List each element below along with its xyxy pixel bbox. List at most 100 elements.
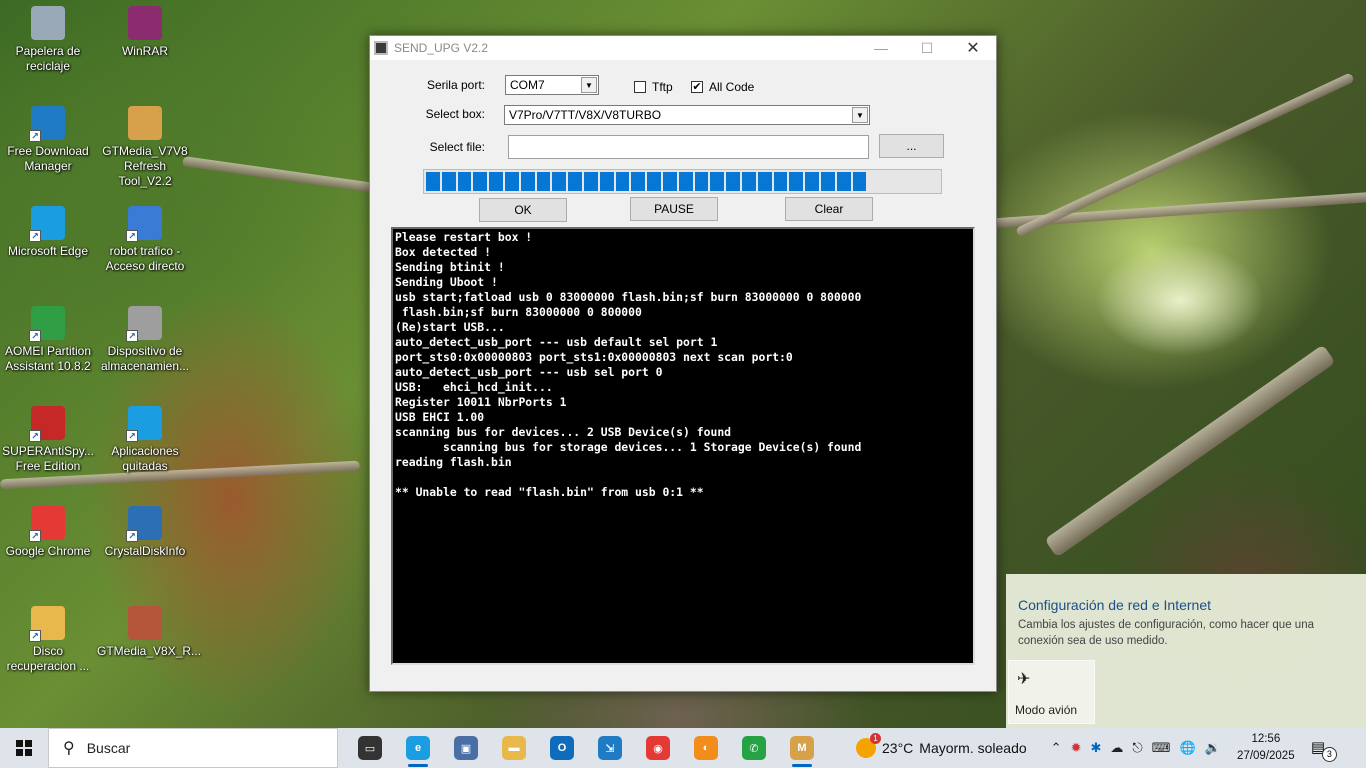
desktop-icon[interactable]: GTMedia_V8X_R... [97, 606, 202, 659]
start-button[interactable] [0, 728, 48, 768]
shortcut-arrow-icon: ↗ [29, 430, 41, 442]
console-output[interactable]: Please restart box ! Box detected ! Send… [391, 227, 975, 665]
progress-segment [504, 172, 519, 191]
desktop-icon[interactable]: WinRAR [97, 6, 193, 59]
select-box-dropdown[interactable]: V7Pro/V7TT/V8X/V8TURBO ▼ [504, 105, 870, 125]
desktop-icon-label: Aplicaciones quitadas [111, 444, 179, 473]
keyboard-icon[interactable]: ⌨ [1152, 740, 1171, 756]
progress-segment [852, 172, 867, 191]
taskbar-app-chrome[interactable]: ◉ [634, 728, 682, 768]
volume-icon[interactable]: 🔉 [1205, 740, 1221, 756]
progress-segment [599, 172, 614, 191]
taskbar-app-fdm[interactable]: ⇲ [586, 728, 634, 768]
all-code-checkbox-box[interactable]: ✔ [691, 81, 703, 93]
shortcut-arrow-icon: ↗ [29, 530, 41, 542]
taskbar-app-firefox[interactable]: ◐ [682, 728, 730, 768]
weather-widget[interactable]: 1 23°C Mayorm. soleado [856, 733, 1027, 758]
progress-segment [805, 172, 819, 191]
progress-segment [520, 172, 535, 191]
taskbar-app-mfc[interactable]: M [778, 728, 826, 768]
close-button[interactable]: ✕ [950, 36, 996, 60]
desktop-icon[interactable]: ↗ CrystalDiskInfo [97, 506, 193, 559]
airplane-icon: ✈ [1017, 671, 1031, 688]
taskbar-app-edge[interactable]: e [394, 728, 442, 768]
aomei-tray-icon[interactable]: ✹ [1071, 740, 1082, 756]
shortcut-arrow-icon: ↗ [29, 130, 41, 142]
serial-port-value: COM7 [510, 78, 545, 92]
desktop-icon[interactable]: ↗ robot trafico - Acceso directo [97, 206, 193, 274]
shortcut-arrow-icon: ↗ [126, 330, 138, 342]
minimize-button[interactable]: — [858, 36, 904, 60]
progress-segment [678, 172, 693, 191]
network-settings-flyout: Configuración de red e Internet Cambia l… [1006, 574, 1366, 728]
edge-icon: e [406, 736, 430, 760]
progress-segment [457, 172, 472, 191]
desktop-icon[interactable]: ↗ Aplicaciones quitadas [97, 406, 193, 474]
onedrive-off-icon[interactable]: ☁ [1110, 740, 1123, 756]
taskbar-search[interactable]: ⚲ Buscar [48, 728, 338, 768]
select-box-label: Select box: [425, 107, 485, 121]
tftp-label: Tftp [652, 80, 673, 94]
clock[interactable]: 12:56 27/09/2025 [1233, 731, 1299, 765]
progress-segment [836, 172, 851, 191]
desktop-icon[interactable]: ↗ Dispositivo de almacenamien... [97, 306, 193, 374]
pause-button[interactable]: PAUSE [630, 197, 718, 221]
desktop-icon[interactable]: ↗ AOMEI Partition Assistant 10.8.2 [0, 306, 96, 374]
tftp-checkbox-box[interactable] [634, 81, 646, 93]
clear-button[interactable]: Clear [785, 197, 873, 221]
weather-desc: Mayorm. soleado [919, 740, 1027, 756]
chrome-icon: ◉ [646, 736, 670, 760]
taskbar-app-outlook[interactable]: O [538, 728, 586, 768]
bluetooth-icon[interactable]: ✱ [1090, 740, 1101, 756]
progress-segment [615, 172, 630, 191]
window-titlebar[interactable]: SEND_UPG V2.2 — ☐ ✕ [370, 36, 996, 60]
network-globe-icon[interactable]: 🌐 [1179, 740, 1195, 756]
crystaldiskinfo-icon: ↗ [126, 506, 162, 542]
shortcut-arrow-icon: ↗ [126, 430, 138, 442]
desktop-icon[interactable]: ↗ Microsoft Edge [0, 206, 96, 259]
weather-badge: 1 [870, 733, 881, 744]
maximize-button[interactable]: ☐ [904, 36, 950, 60]
usb-icon[interactable]: ⎋ [1132, 740, 1142, 756]
select-file-input[interactable] [508, 135, 869, 159]
desktop-icon-label: Google Chrome [5, 544, 91, 558]
desktop-icon-label: GTMedia_V8X_R... [97, 644, 202, 658]
desktop-icon[interactable]: Papelera de reciclaje [0, 6, 96, 74]
desktop-icon[interactable]: ↗ Free Download Manager [0, 106, 96, 174]
ok-button[interactable]: OK [479, 198, 567, 222]
serial-port-select[interactable]: COM7 ▼ [505, 75, 599, 95]
chevron-down-icon[interactable]: ▼ [852, 107, 868, 123]
chevron-up-icon[interactable]: ⌃ [1051, 740, 1062, 756]
all-code-checkbox[interactable]: ✔ All Code [691, 80, 754, 94]
notification-center-button[interactable]: ▤ 3 [1311, 738, 1337, 762]
browse-button[interactable]: ... [879, 134, 944, 158]
serial-port-label: Serila port: [426, 78, 485, 92]
taskbar: ⚲ Buscar ▭ e ▣ ▬ O ⇲ ◉ ◐ ✆ M 1 23°C Mayorm. solea… [0, 728, 1366, 768]
taskbar-app-photos[interactable]: ▣ [442, 728, 490, 768]
recycle-bin-icon [31, 6, 65, 40]
shortcut-arrow-icon: ↗ [126, 530, 138, 542]
network-settings-link[interactable]: Configuración de red e Internet [1018, 597, 1211, 613]
progress-segment [647, 172, 661, 191]
mfc-icon [128, 106, 162, 140]
taskbar-app-task-view[interactable]: ▭ [346, 728, 394, 768]
desktop-icon-label: AOMEI Partition Assistant 10.8.2 [4, 344, 92, 373]
taskbar-app-file-explorer[interactable]: ▬ [490, 728, 538, 768]
chevron-down-icon[interactable]: ▼ [581, 77, 597, 93]
desktop-icon[interactable]: GTMedia_V7V8 Refresh Tool_V2.2 [97, 106, 193, 189]
desktop-icon-label: Dispositivo de almacenamien... [100, 344, 190, 373]
desktop-icon[interactable]: ↗ SUPERAntiSpy... Free Edition [0, 406, 96, 474]
desktop-icon[interactable]: ↗ Disco recuperacion ... [0, 606, 96, 674]
progress-segment [426, 172, 440, 191]
desktop-icon[interactable]: ↗ Google Chrome [0, 506, 96, 559]
taskbar-app-whatsapp[interactable]: ✆ [730, 728, 778, 768]
airplane-mode-tile[interactable]: ✈ Modo avión [1008, 660, 1095, 724]
shortcut-arrow-icon: ↗ [29, 630, 41, 642]
progress-segment [789, 172, 804, 191]
desktop-icon-label: SUPERAntiSpy... Free Edition [2, 444, 94, 473]
superantispyware-icon: ↗ [29, 406, 65, 442]
edge-icon: ↗ [126, 406, 162, 442]
progress-segment [473, 172, 488, 191]
network-settings-description: Cambia los ajustes de configuración, com… [1018, 619, 1314, 647]
tftp-checkbox[interactable]: Tftp [634, 80, 673, 94]
